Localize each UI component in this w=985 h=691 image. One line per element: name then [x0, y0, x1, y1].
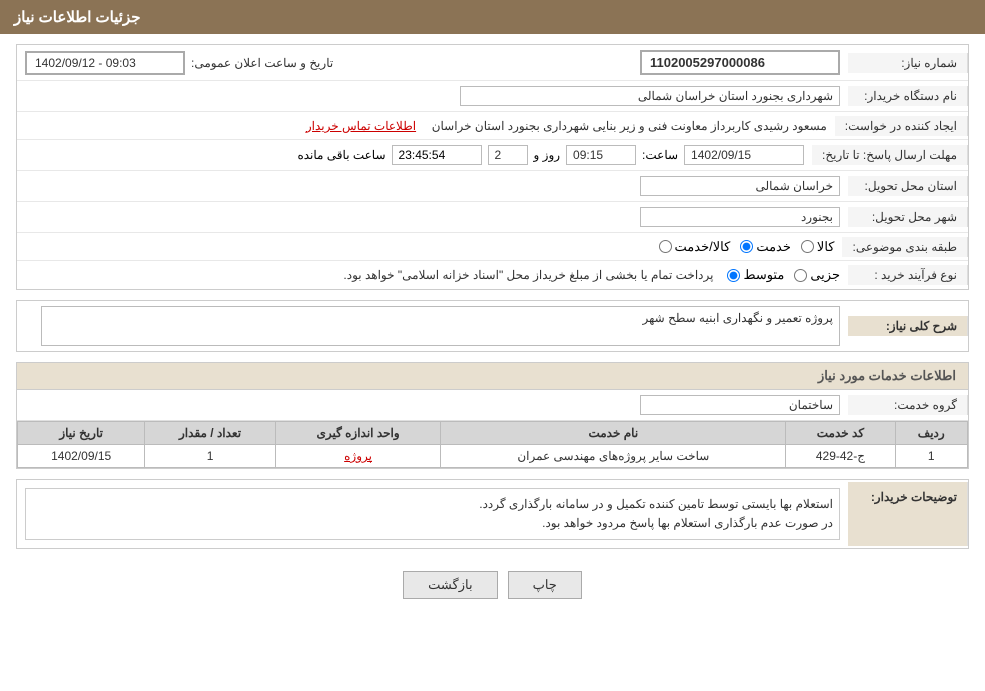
buyer-notes-label: توضیحات خریدار:: [848, 482, 968, 546]
page-title: جزئیات اطلاعات نیاز: [14, 9, 141, 26]
creator-text: مسعود رشیدی کاربرداز معاونت فنی و زیر بن…: [432, 119, 827, 133]
process-note: پرداخت تمام یا بخشی از مبلغ خریداز محل "…: [343, 268, 713, 282]
medium-label: متوسط: [743, 267, 784, 283]
service-group-row: گروه خدمت:: [17, 390, 968, 421]
buyer-notes-row: توضیحات خریدار: استعلام بها بایستی توسط …: [17, 480, 968, 548]
category-radio-group: کالا خدمت کالا/خدمت: [659, 239, 835, 255]
deadline-date-input[interactable]: [684, 145, 804, 165]
city-row: شهر محل تحویل:: [17, 202, 968, 233]
col-header-unit: واحد اندازه گیری: [275, 422, 441, 445]
page-header: جزئیات اطلاعات نیاز: [0, 0, 985, 34]
category-label: طبقه بندی موضوعی:: [842, 237, 968, 257]
process-type-row: نوع فرآیند خرید : جزیی متوسط: [17, 261, 968, 289]
need-info-section: شماره نیاز: تاریخ و ساعت اعلان عمومی: نا…: [16, 44, 969, 290]
services-section-header: اطلاعات خدمات مورد نیاز: [17, 363, 968, 390]
row-num-cell: 1: [895, 445, 967, 468]
col-header-qty: تعداد / مقدار: [145, 422, 276, 445]
province-row: استان محل تحویل:: [17, 171, 968, 202]
service-group-input[interactable]: [640, 395, 840, 415]
general-desc-value-cell: پروژه تعمیر و نگهداری ابنیه سطح شهر: [17, 303, 848, 349]
service-name-cell: ساخت سایر پروژه‌های مهندسی عمران: [441, 445, 786, 468]
general-desc-label: شرح کلی نیاز:: [848, 316, 968, 336]
general-desc-section: شرح کلی نیاز: پروژه تعمیر و نگهداری ابنی…: [16, 300, 969, 352]
deadline-time-input[interactable]: [566, 145, 636, 165]
table-header-row: ردیف کد خدمت نام خدمت واحد اندازه گیری ت…: [18, 422, 968, 445]
service-radio[interactable]: [740, 240, 753, 253]
unit-cell: پروژه: [275, 445, 441, 468]
deadline-label: مهلت ارسال پاسخ: تا تاریخ:: [812, 145, 968, 165]
province-value-cell: [17, 173, 848, 199]
creator-value-cell: مسعود رشیدی کاربرداز معاونت فنی و زیر بن…: [17, 115, 835, 136]
buyer-notes-section: توضیحات خریدار: استعلام بها بایستی توسط …: [16, 479, 969, 549]
category-goods-service[interactable]: کالا/خدمت: [659, 239, 731, 255]
back-button[interactable]: بازگشت: [403, 571, 497, 599]
footer-buttons: چاپ بازگشت: [16, 559, 969, 607]
contact-link[interactable]: اطلاعات تماس خریدار: [306, 119, 416, 133]
buyer-notes-text: استعلام بها بایستی توسط تامین کننده تکمی…: [25, 488, 840, 540]
city-value-cell: [17, 204, 848, 230]
quantity-cell: 1: [145, 445, 276, 468]
process-partial[interactable]: جزیی: [794, 267, 840, 283]
creator-row: ایجاد کننده در خواست: مسعود رشیدی کاربرد…: [17, 112, 968, 140]
service-label: خدمت: [756, 239, 791, 255]
partial-radio[interactable]: [794, 269, 807, 282]
col-header-rownum: ردیف: [895, 422, 967, 445]
service-code-cell: ج-42-429: [786, 445, 895, 468]
category-goods[interactable]: کالا: [801, 239, 835, 255]
province-label: استان محل تحویل:: [848, 176, 968, 196]
time-label: ساعت:: [642, 148, 678, 162]
col-header-code: کد خدمت: [786, 422, 895, 445]
deadline-value-cell: ساعت: روز و ساعت باقی مانده: [17, 142, 812, 168]
goods-service-label: کالا/خدمت: [675, 239, 731, 255]
announcement-label: تاریخ و ساعت اعلان عمومی:: [191, 56, 333, 70]
remaining-label: ساعت باقی مانده: [297, 148, 385, 162]
main-content: شماره نیاز: تاریخ و ساعت اعلان عمومی: نا…: [0, 34, 985, 617]
goods-label: کالا: [817, 239, 835, 255]
services-table: ردیف کد خدمت نام خدمت واحد اندازه گیری ت…: [17, 421, 968, 468]
deadline-inline: ساعت: روز و ساعت باقی مانده: [297, 145, 804, 165]
process-type-value-cell: جزیی متوسط پرداخت تمام یا بخشی از مبلغ خ…: [17, 264, 848, 286]
category-service[interactable]: خدمت: [740, 239, 791, 255]
need-number-input[interactable]: [640, 50, 840, 75]
service-group-value-cell: [17, 392, 848, 418]
date-cell: 1402/09/15: [18, 445, 145, 468]
partial-label: جزیی: [810, 267, 840, 283]
general-desc-row: شرح کلی نیاز: پروژه تعمیر و نگهداری ابنی…: [17, 301, 968, 351]
buyer-name-input[interactable]: [460, 86, 840, 106]
general-desc-textarea[interactable]: پروژه تعمیر و نگهداری ابنیه سطح شهر: [41, 306, 840, 346]
category-row: طبقه بندی موضوعی: کالا خدمت کالا/خ: [17, 233, 968, 261]
day-label: روز و: [534, 148, 561, 162]
announcement-date-input[interactable]: [25, 51, 185, 75]
col-header-name: نام خدمت: [441, 422, 786, 445]
medium-radio[interactable]: [727, 269, 740, 282]
buyer-notes-content: استعلام بها بایستی توسط تامین کننده تکمی…: [17, 482, 848, 546]
goods-radio[interactable]: [801, 240, 814, 253]
need-number-row: شماره نیاز: تاریخ و ساعت اعلان عمومی:: [17, 45, 968, 81]
deadline-row: مهلت ارسال پاسخ: تا تاریخ: ساعت: روز و س…: [17, 140, 968, 171]
days-input[interactable]: [488, 145, 528, 165]
province-input[interactable]: [640, 176, 840, 196]
city-label: شهر محل تحویل:: [848, 207, 968, 227]
services-section: اطلاعات خدمات مورد نیاز گروه خدمت: ردیف …: [16, 362, 969, 469]
city-input[interactable]: [640, 207, 840, 227]
process-type-label: نوع فرآیند خرید :: [848, 265, 968, 285]
process-radio-group: جزیی متوسط: [727, 267, 840, 283]
buyer-name-value-cell: [17, 83, 848, 109]
remaining-time-input[interactable]: [392, 145, 482, 165]
print-button[interactable]: چاپ: [508, 571, 582, 599]
buyer-name-label: نام دستگاه خریدار:: [848, 86, 968, 106]
table-row: 1 ج-42-429 ساخت سایر پروژه‌های مهندسی عم…: [18, 445, 968, 468]
process-medium[interactable]: متوسط: [727, 267, 784, 283]
service-group-label: گروه خدمت:: [848, 395, 968, 415]
col-header-date: تاریخ نیاز: [18, 422, 145, 445]
goods-service-radio[interactable]: [659, 240, 672, 253]
creator-label: ایجاد کننده در خواست:: [835, 116, 968, 136]
page-container: جزئیات اطلاعات نیاز شماره نیاز: تاریخ و …: [0, 0, 985, 691]
need-number-label: شماره نیاز:: [848, 53, 968, 73]
buyer-name-row: نام دستگاه خریدار:: [17, 81, 968, 112]
need-number-value-cell: تاریخ و ساعت اعلان عمومی:: [17, 47, 848, 78]
category-value-cell: کالا خدمت کالا/خدمت: [17, 236, 842, 258]
